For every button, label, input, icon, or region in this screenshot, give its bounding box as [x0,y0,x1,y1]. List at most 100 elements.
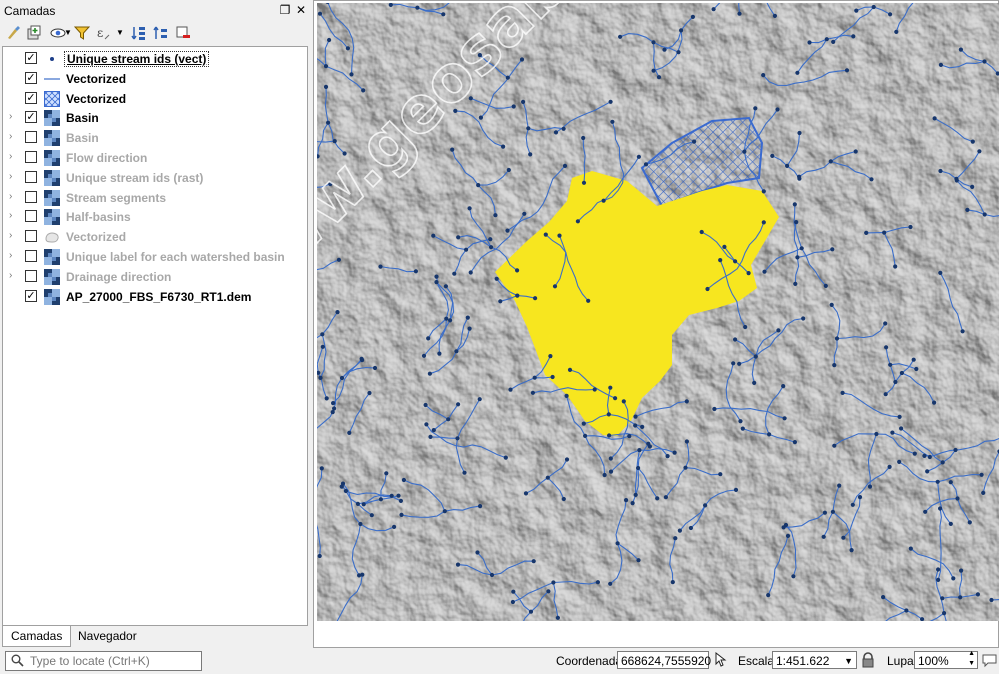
layer-visibility-checkbox[interactable] [25,131,37,144]
layer-row[interactable]: › Unique label for each watershed basin [3,247,307,267]
expand-arrow-icon[interactable]: › [9,112,17,122]
stream-node [456,402,461,407]
lock-icon[interactable] [861,652,875,668]
stream-node [853,149,858,154]
layer-row[interactable]: ✓ Vectorized [3,69,307,89]
locator-bar[interactable]: Type to locate (Ctrl+K) [5,651,202,671]
stream-node [636,558,641,563]
stream-node [361,502,366,507]
stream-node [618,34,623,39]
stream-node [683,465,688,470]
scale-combobox[interactable]: 1:451.622 ▼ [772,651,857,669]
style-manager-icon[interactable] [5,25,21,41]
expand-arrow-icon[interactable]: › [9,152,17,162]
stream-node [959,568,964,573]
layer-name: Basin [66,131,99,146]
float-panel-icon[interactable]: ❐ [278,2,292,18]
map-view[interactable]: http://www.geosaber.com.br [317,3,999,621]
expand-arrow-icon[interactable]: › [9,231,17,241]
layer-row[interactable]: › Drainage direction [3,267,307,287]
stream-node [967,520,972,525]
stream-node [533,296,538,301]
layer-visibility-checkbox[interactable]: ✓ [25,289,37,302]
stream-node [501,144,506,149]
layer-name: Unique stream ids (vect) [64,51,210,67]
layer-visibility-checkbox[interactable] [25,170,37,183]
layer-row[interactable]: ✓ Unique stream ids (vect) [3,49,307,69]
expand-arrow-icon[interactable]: › [9,191,17,202]
stream-node [762,269,767,274]
layer-row[interactable]: › Unique stream ids (rast) [3,168,307,188]
expand-arrow-icon[interactable]: › [9,270,17,281]
stream-node [982,212,987,217]
stream-node [936,567,941,572]
extents-mouse-icon[interactable] [712,652,728,668]
layer-visibility-checkbox[interactable]: ✓ [25,111,37,124]
layer-row[interactable]: › ✓ Basin [3,108,307,128]
stream-node [767,432,772,437]
expand-arrow-icon[interactable]: › [9,211,17,221]
filter-expression-icon[interactable]: ε [96,25,112,41]
stream-node [851,34,856,39]
stream-node [378,497,383,502]
tab-navegador[interactable]: Navegador [70,626,145,646]
layer-visibility-checkbox[interactable]: ✓ [25,91,37,104]
stream-node [883,321,888,326]
layer-row[interactable]: › Basin [3,128,307,148]
stream-node [733,487,739,492]
stream-node [673,536,678,541]
layer-visibility-checkbox[interactable] [25,190,37,203]
stream-node [389,493,394,498]
stream-node [923,509,928,514]
raster-symbol-icon [44,209,60,226]
add-group-icon[interactable] [26,25,42,41]
stream-node [317,11,323,16]
filter-dropdown-icon[interactable]: ▼ [116,28,132,44]
layer-visibility-checkbox[interactable]: ✓ [25,71,37,84]
expand-arrow-icon[interactable]: › [9,171,17,182]
layer-row[interactable]: › Stream segments [3,188,307,208]
layer-visibility-checkbox[interactable] [25,210,37,223]
stream-node [975,592,981,597]
tab-camadas[interactable]: Camadas [2,626,72,647]
layer-visibility-checkbox[interactable] [25,230,37,243]
stream-node [932,116,937,121]
stream-node [925,469,930,474]
layer-tree[interactable]: ✓ Unique stream ids (vect) ✓ Vectorized ✓ Vec… [2,46,308,626]
map-canvas[interactable]: http://www.geosaber.com.br [313,0,999,648]
close-panel-icon[interactable]: ✕ [294,2,308,18]
stream-node [951,576,956,581]
magnifier-spinbox[interactable]: 100% ▲ ▼ [914,649,978,669]
stream-node [841,535,846,540]
stream-node [608,469,614,474]
panel-title: Camadas [4,4,56,18]
coordinate-field[interactable]: 668624,7555920 [617,651,711,669]
layer-visibility-checkbox[interactable] [25,250,37,262]
stream-node [942,611,947,616]
layer-row[interactable]: › Flow direction [3,148,307,168]
layer-row[interactable]: › Half-basins [3,207,307,227]
stream-node [528,152,533,157]
stream-node [444,316,449,321]
stream-node [441,12,446,17]
stream-node [894,29,899,34]
layer-row[interactable]: ✓ AP_27000_FBS_F6730_RT1.dem [3,287,307,307]
remove-layer-icon[interactable] [175,25,191,41]
filter-legend-icon[interactable] [74,25,90,41]
layer-visibility-checkbox[interactable] [25,269,37,282]
expand-arrow-icon[interactable]: › [9,251,17,261]
messages-icon[interactable] [982,653,997,668]
expand-all-icon[interactable] [131,25,147,41]
expand-arrow-icon[interactable]: › [9,132,17,142]
spin-arrows-icon[interactable]: ▲ ▼ [968,649,975,669]
collapse-all-icon[interactable] [153,25,169,41]
stream-node [688,525,693,531]
layer-visibility-checkbox[interactable] [25,151,37,163]
layer-visibility-checkbox[interactable]: ✓ [25,52,37,64]
line-symbol-icon [44,78,60,80]
layer-row[interactable]: › Vectorized [3,227,307,247]
layer-row[interactable]: ✓ Vectorized [3,89,307,109]
stream-node [793,281,798,286]
stream-node [602,472,607,478]
stream-node [829,302,834,307]
